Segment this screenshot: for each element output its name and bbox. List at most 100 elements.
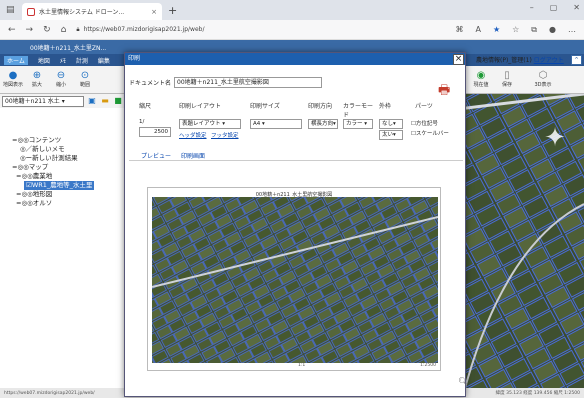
url-text: https://web07.mizdorigisap2021.jp/web/: [83, 26, 205, 33]
layer-bar: 00地籍＋n211 水土 ▾ ▣ ▬ ■: [0, 94, 125, 108]
preview-map: [152, 197, 438, 363]
preview-scale-left: 1:1: [298, 363, 306, 368]
zoom-in-icon: ⊕: [32, 70, 42, 81]
header-settings-link[interactable]: ヘッダ設定: [179, 131, 207, 139]
folder-icon[interactable]: ▬: [100, 96, 110, 106]
tree-item-farmland[interactable]: =◎◎農業地: [12, 172, 124, 181]
favorites-icon[interactable]: ☆: [512, 25, 519, 35]
scale-bar-checkbox[interactable]: ☐スケールバー: [411, 129, 449, 137]
layer-edit-icon[interactable]: ■: [113, 96, 123, 106]
frame-select[interactable]: なし▾: [379, 119, 403, 129]
read-aloud-icon[interactable]: A: [475, 25, 480, 35]
scale-prefix: 1/: [139, 119, 145, 125]
preview-aerial-map: [152, 197, 438, 363]
tree-item-topo[interactable]: =◎◎地形図: [12, 190, 124, 199]
menu-measure[interactable]: 計測: [76, 56, 88, 65]
forward-icon[interactable]: →: [26, 25, 34, 35]
map-display-icon: ●: [8, 70, 18, 81]
tab-close-icon[interactable]: ×: [151, 8, 157, 16]
color-select[interactable]: カラー ▾: [343, 119, 373, 129]
reload-icon[interactable]: ↻: [43, 25, 51, 35]
document-row: ドキュメント名 00地籍＋n211_水土里航空撮影図: [129, 77, 323, 88]
scale-input[interactable]: 2500: [139, 127, 171, 137]
tree-item-selected-layer[interactable]: ☑WR1_農地等_水土里: [24, 181, 95, 190]
print-button[interactable]: 🖶︎: [438, 81, 450, 103]
cube-icon: ⬡: [538, 70, 548, 81]
collections-icon[interactable]: ⧉: [531, 25, 537, 35]
more-icon[interactable]: …: [568, 25, 576, 35]
orientation-header: 印刷方向: [308, 103, 333, 110]
user-status-label: 農地情報(P)_管理(1): [476, 57, 532, 64]
footer-settings-link[interactable]: フッタ設定: [211, 131, 239, 139]
back-icon[interactable]: ←: [8, 25, 16, 35]
menu-map[interactable]: 地図: [38, 56, 50, 65]
3d-view-button[interactable]: ⬡ 3D表示: [532, 70, 554, 88]
dialog-title: 印刷: [125, 53, 465, 65]
document-name-input[interactable]: 00地籍＋n211_水土里航空撮影図: [174, 77, 323, 88]
minimize-icon[interactable]: –: [530, 3, 534, 12]
compass-icon[interactable]: ✦: [541, 124, 569, 152]
printer-icon: 🖶︎: [438, 83, 451, 98]
user-status: 農地情報(P)_管理(1) ログアウト: [476, 55, 564, 64]
preview-scale-right: 1:2500: [420, 363, 436, 368]
status-url: https://web07.mizdorigisap2021.jp/web/: [4, 390, 95, 396]
map-display-button[interactable]: ● 地図表示: [2, 70, 24, 88]
tab-divider: [129, 160, 463, 161]
menu-home[interactable]: ホーム: [4, 55, 28, 65]
zoom-out-button[interactable]: ⊖ 縮小: [50, 70, 72, 88]
browser-tab[interactable]: 水土里情報システム ドローン... ×: [22, 3, 162, 20]
layer-select[interactable]: 00地籍＋n211 水土 ▾: [2, 95, 84, 107]
browser-tab-bar: ▤ 水土里情報システム ドローン... × + – ▢ ✕: [0, 0, 584, 20]
status-coordinates: 緯度 35.123 経度 139.456 縮尺 1:2500: [495, 391, 580, 396]
browser-actions: ⌘ A ★ ☆ ⧉ ● …: [455, 25, 576, 35]
window-controls: – ▢ ✕: [530, 3, 580, 12]
current-location-button[interactable]: ◉ 現在値: [470, 70, 492, 88]
home-icon[interactable]: ⌂: [61, 25, 67, 35]
tree-item-contents[interactable]: =◎◎コンテンツ: [12, 136, 124, 145]
tab-title: 水土里情報システム ドローン...: [39, 9, 125, 16]
maximize-icon[interactable]: ▢: [550, 3, 558, 12]
menu-edit[interactable]: 編集: [98, 56, 110, 65]
favorite-star-icon[interactable]: ★: [493, 25, 500, 35]
reader-icon[interactable]: ⌘: [455, 25, 463, 35]
layout-select[interactable]: 表題レイアウト ▾: [179, 119, 241, 129]
tree-item-new-memo[interactable]: ◎／新しいメモ: [12, 145, 124, 154]
range-icon: ⊙: [80, 70, 90, 81]
tree-item-ortho[interactable]: =◎◎オルソ: [12, 199, 124, 208]
layout-header: 印刷レイアウト: [179, 103, 222, 110]
tree-item-new-measure[interactable]: ◎ー新しい計測結果: [12, 154, 124, 163]
tab-favicon-icon: [27, 7, 35, 16]
address-bar: ← → ↻ ⌂ 🔒︎ https://web07.mizdorigisap202…: [0, 20, 584, 40]
preview-zoom-icon[interactable]: 🔍︎: [458, 377, 468, 386]
parts-header: パーツ: [415, 103, 433, 110]
lock-icon: 🔒︎: [76, 25, 80, 33]
layer-add-icon[interactable]: ▣: [87, 96, 97, 106]
browser-menu-icon[interactable]: ▤: [6, 4, 18, 16]
size-select[interactable]: A4 ▾: [250, 119, 302, 129]
tree-item-map[interactable]: =◎◎マップ: [12, 163, 124, 172]
north-arrow-checkbox[interactable]: ☐方位記号: [411, 119, 438, 127]
zoom-in-button[interactable]: ⊕ 拡大: [26, 70, 48, 88]
dialog-close-button[interactable]: ×: [453, 54, 464, 65]
zoom-out-icon: ⊖: [56, 70, 66, 81]
save-button[interactable]: ▯ 保存: [496, 70, 518, 88]
color-header: カラーモード: [343, 103, 374, 119]
sidebar: =◎◎コンテンツ ◎／新しいメモ ◎ー新しい計測結果 =◎◎マップ =◎◎農業地…: [0, 108, 125, 388]
print-preview: 00地籍＋n211_水土里航空撮影図 1:1 1:2500: [147, 187, 441, 371]
profile-icon[interactable]: ●: [549, 25, 556, 35]
new-tab-button[interactable]: +: [168, 4, 177, 17]
frame-width-select[interactable]: 太い▾: [379, 130, 403, 140]
url-field[interactable]: 🔒︎ https://web07.mizdorigisap2021.jp/web…: [76, 23, 376, 37]
document-label: ドキュメント名: [129, 80, 172, 87]
menu-memo[interactable]: ﾒﾓ: [60, 56, 66, 65]
range-button[interactable]: ⊙ 範囲: [74, 70, 96, 88]
app-title: 00地籍＋n211_水土里ZN...: [30, 44, 107, 52]
save-icon: ▯: [504, 70, 510, 81]
logout-link[interactable]: ログアウト: [534, 57, 564, 64]
scale-header: 縮尺: [139, 103, 152, 110]
collapse-ribbon-icon[interactable]: ⌃: [571, 55, 582, 65]
close-window-icon[interactable]: ✕: [573, 3, 580, 12]
layer-tree: =◎◎コンテンツ ◎／新しいメモ ◎ー新しい計測結果 =◎◎マップ =◎◎農業地…: [0, 108, 124, 208]
frame-header: 外枠: [379, 103, 392, 110]
orientation-select[interactable]: 横長方向▾: [308, 119, 338, 129]
